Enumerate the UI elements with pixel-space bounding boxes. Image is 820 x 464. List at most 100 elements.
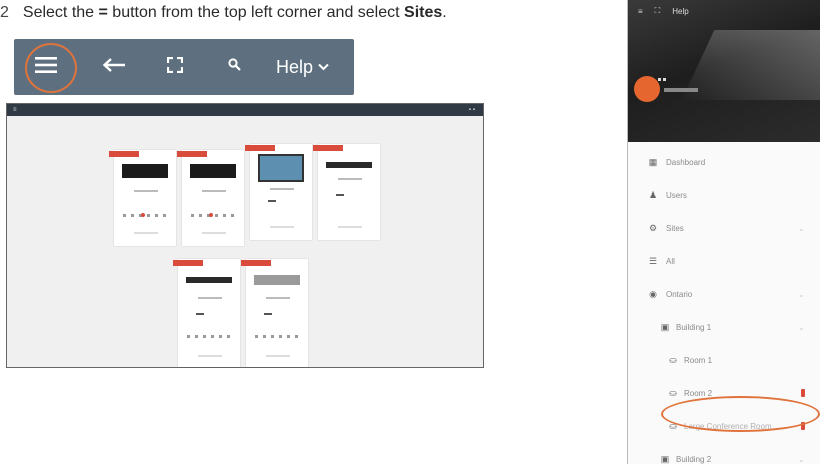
room-view-screenshot: ≡ ▪▪	[6, 103, 484, 368]
device-image	[122, 164, 168, 178]
nav-item-building-2[interactable]: ▣ Building 2 ⌄	[628, 443, 820, 464]
status-tag	[173, 260, 203, 266]
nav-label: Dashboard	[666, 158, 706, 167]
back-button[interactable]	[94, 39, 134, 95]
status-tag	[313, 145, 343, 151]
step-number: 2	[0, 4, 9, 21]
back-arrow-icon	[102, 57, 126, 78]
search-button[interactable]	[219, 39, 249, 95]
nav-label: Building 1	[676, 323, 712, 332]
nav-item-building-1[interactable]: ▣ Building 1 ⌄	[628, 311, 820, 344]
highlight-oval	[661, 396, 820, 432]
control-dots	[187, 335, 231, 338]
device-label-line	[266, 297, 290, 299]
status-tag	[177, 151, 207, 157]
device-card[interactable]	[173, 259, 240, 367]
room-icon: ⛀	[669, 355, 677, 365]
display-image	[258, 154, 304, 182]
device-label-line	[338, 178, 362, 180]
chevron-down-icon: ⌄	[798, 455, 805, 464]
list-icon: ☰	[648, 256, 658, 266]
search-icon	[227, 58, 241, 76]
help-menu-button[interactable]: Help	[276, 39, 329, 95]
avatar	[634, 76, 660, 102]
footer-line	[198, 355, 222, 357]
nav-label: Users	[666, 191, 687, 200]
nav-label: Room 1	[684, 356, 713, 365]
users-icon: ♟	[648, 190, 658, 200]
nav-item-room-1[interactable]: ⛀ Room 1	[628, 344, 820, 377]
location-icon: ◉	[649, 289, 657, 299]
room-icon: ⛀	[669, 388, 677, 398]
fullscreen-icon[interactable]: ⛶	[655, 6, 661, 16]
control-dots	[255, 335, 299, 338]
control-dots	[191, 214, 235, 217]
device-image	[326, 162, 372, 168]
device-card[interactable]	[313, 144, 380, 240]
device-image	[254, 275, 300, 285]
control-dots	[123, 214, 167, 217]
nav-label: Building 2	[676, 455, 712, 464]
control-glyph	[268, 200, 276, 202]
device-card[interactable]	[241, 259, 308, 367]
room-view-titlebar: ≡ ▪▪	[7, 104, 483, 116]
building-icon: ▣	[660, 454, 670, 464]
status-dot	[141, 213, 145, 217]
device-image	[190, 164, 236, 178]
chevron-down-icon: ⌄	[798, 323, 805, 332]
nav-label: All	[666, 257, 675, 266]
building-icon: ▣	[660, 322, 670, 332]
nav-label: Sites	[666, 224, 684, 233]
hamburger-menu-icon[interactable]: ≡	[638, 7, 643, 16]
chevron-down-icon: ⌄	[798, 290, 805, 299]
nav-label: Ontario	[666, 290, 693, 299]
footer-line	[202, 232, 226, 234]
chevron-down-icon	[318, 63, 329, 71]
toolbar-example: Help	[14, 39, 354, 95]
nav-item-dashboard[interactable]: ▦ Dashboard	[628, 146, 820, 179]
sites-icon: ⚙	[648, 223, 658, 233]
device-label-line	[270, 188, 294, 190]
menu-icon: ≡	[13, 107, 17, 113]
fullscreen-button[interactable]	[160, 39, 190, 95]
header-background	[681, 30, 820, 100]
instruction-part: button from the top left corner and sele…	[107, 4, 405, 21]
nav-item-sites[interactable]: ⚙ Sites ⌄	[628, 212, 820, 245]
user-email-blur	[664, 88, 698, 92]
side-panel-screenshot: ≡ ⛶ Help ▦ Dashboard ♟ Users ⚙ Sites ⌄ ☰…	[627, 0, 820, 464]
instruction-text: 2 Select the = button from the top left c…	[0, 3, 447, 23]
status-tag	[109, 151, 139, 157]
fullscreen-icon	[166, 56, 184, 78]
dashboard-icon: ▦	[648, 157, 658, 167]
footer-line	[270, 226, 294, 228]
alert-marker	[801, 389, 805, 397]
instruction-part: .	[442, 4, 447, 21]
device-label-line	[202, 190, 226, 192]
nav-item-users[interactable]: ♟ Users	[628, 179, 820, 212]
control-glyph	[196, 313, 204, 315]
device-card[interactable]	[109, 150, 176, 246]
status-tag	[245, 145, 275, 151]
panel-help-label[interactable]: Help	[672, 7, 688, 16]
equals-symbol: =	[98, 4, 108, 21]
device-card[interactable]	[245, 144, 312, 240]
nav-item-all[interactable]: ☰ All	[628, 245, 820, 278]
device-image	[186, 277, 232, 283]
panel-header: ≡ ⛶ Help	[628, 0, 820, 142]
footer-line	[134, 232, 158, 234]
device-label-line	[198, 297, 222, 299]
user-name-blur	[658, 78, 668, 81]
footer-line	[338, 226, 362, 228]
nav-item-ontario[interactable]: ◉ Ontario ⌄	[628, 278, 820, 311]
help-label: Help	[276, 56, 314, 77]
control-glyph	[336, 194, 344, 196]
control-glyph	[264, 313, 272, 315]
highlight-circle	[25, 43, 77, 93]
menu-button[interactable]	[25, 39, 77, 95]
device-card[interactable]	[177, 150, 244, 246]
window-controls-icon: ▪▪	[468, 107, 477, 113]
footer-line	[266, 355, 290, 357]
sites-label: Sites	[404, 4, 443, 21]
instruction-part: Select the	[22, 4, 99, 21]
status-tag	[241, 260, 271, 266]
